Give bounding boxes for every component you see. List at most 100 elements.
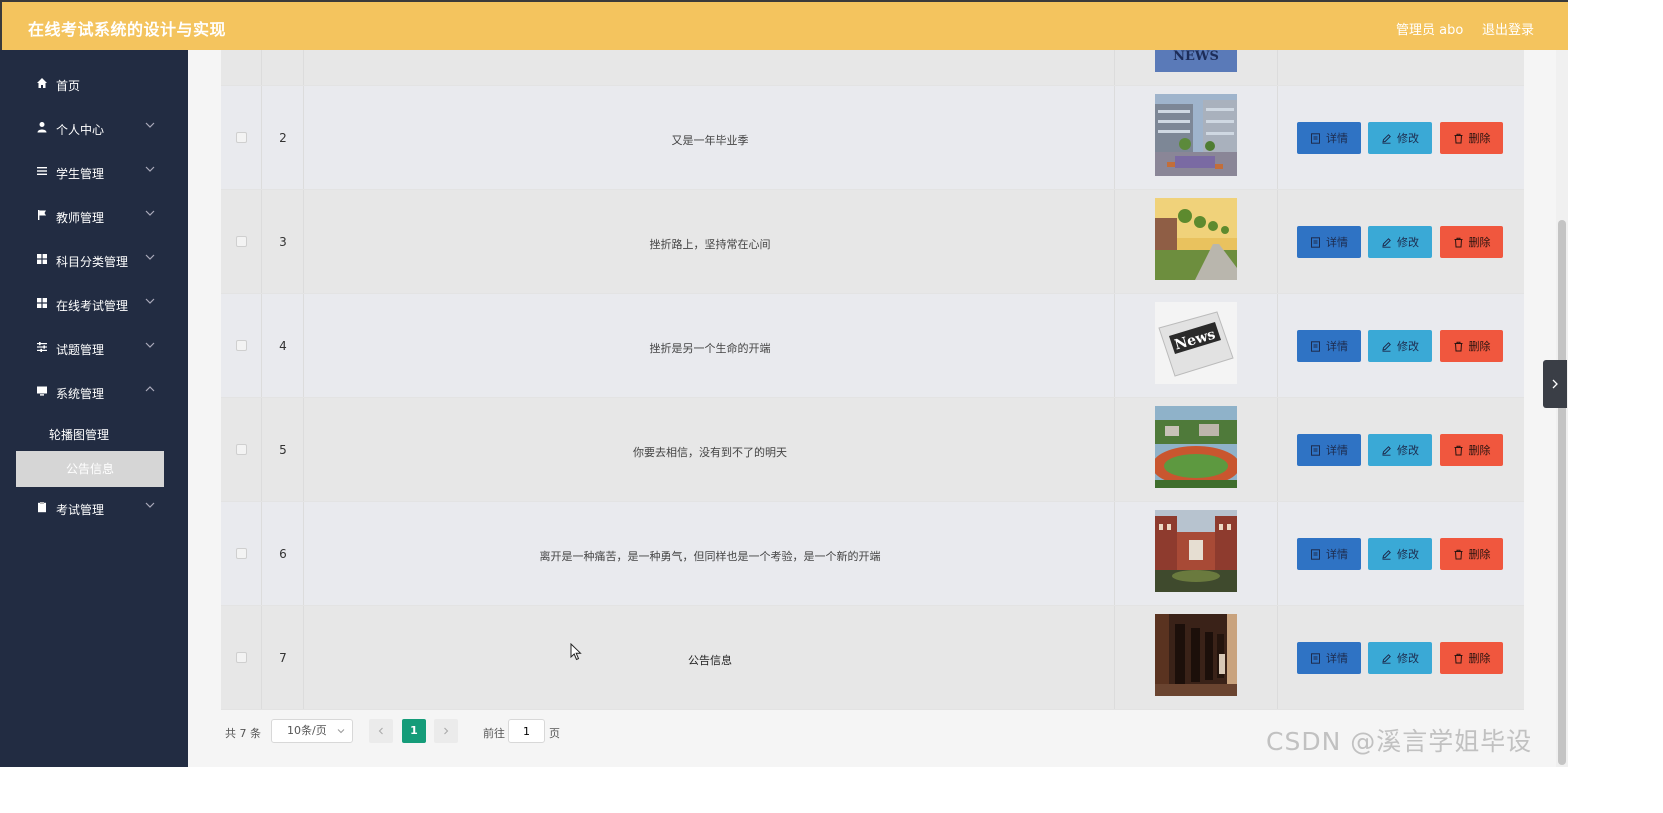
sidebar-item-question-management[interactable]: 试题管理	[0, 327, 188, 371]
row-checkbox[interactable]	[236, 132, 247, 143]
goto-label: 前往	[483, 727, 505, 740]
detail-button[interactable]: 详情	[1297, 642, 1361, 674]
row-index: 2	[279, 131, 287, 145]
edit-button-label: 修改	[1397, 444, 1419, 457]
detail-button[interactable]: 详情	[1297, 434, 1361, 466]
edit-button[interactable]: 修改	[1368, 330, 1432, 362]
edit-button-label: 修改	[1397, 236, 1419, 249]
user-icon	[37, 122, 47, 133]
row-checkbox[interactable]	[236, 340, 247, 351]
admin-user-label: 管理员 abo	[1396, 23, 1464, 38]
next-page-button[interactable]	[434, 719, 458, 743]
table-row: 4 挫折是另一个生命的开端 News 详情 修改 删除	[221, 294, 1524, 398]
pencil-icon	[1382, 653, 1391, 664]
watermark-text: CSDN @溪言学姐毕设	[1266, 727, 1533, 756]
edit-button[interactable]: 修改	[1368, 122, 1432, 154]
home-icon	[37, 78, 47, 88]
row-checkbox[interactable]	[236, 652, 247, 663]
sidebar-item-label: 系统管理	[56, 387, 105, 401]
delete-button-label: 删除	[1468, 444, 1491, 457]
detail-button[interactable]: 详情	[1297, 538, 1361, 570]
pencil-icon	[1382, 341, 1391, 352]
grid-icon	[37, 254, 47, 264]
content-scrollbar[interactable]	[1556, 50, 1568, 767]
chevron-down-icon	[145, 298, 155, 304]
prev-page-button[interactable]	[369, 719, 393, 743]
sidebar-item-label: 在线考试管理	[56, 299, 129, 313]
row-title: 离开是一种痛苦，是一种勇气，但同样也是一个考验，是一个新的开端	[539, 550, 881, 563]
sidebar-item-label: 学生管理	[56, 167, 105, 181]
delete-button[interactable]: 删除	[1440, 538, 1503, 570]
document-icon	[1311, 340, 1320, 352]
grid-icon	[37, 298, 47, 308]
detail-button[interactable]: 详情	[1297, 330, 1361, 362]
news-paper-image[interactable]: News	[1155, 302, 1237, 384]
row-title: 公告信息	[688, 654, 732, 667]
campus-hall-image[interactable]	[1155, 510, 1237, 592]
logout-link[interactable]: 退出登录	[1482, 19, 1534, 38]
sidebar-item-personal-center[interactable]: 个人中心	[0, 107, 188, 151]
sidebar-item-label: 个人中心	[56, 123, 105, 137]
campus-road-image[interactable]	[1155, 198, 1237, 280]
corridor-image[interactable]	[1155, 614, 1237, 696]
sidebar-item-student-management[interactable]: 学生管理	[0, 151, 188, 195]
chevron-up-icon	[145, 386, 155, 392]
sidebar-item-subject-category[interactable]: 科目分类管理	[0, 239, 188, 283]
edit-button-label: 修改	[1397, 132, 1419, 145]
pencil-icon	[1382, 445, 1391, 456]
detail-button[interactable]: 详情	[1297, 122, 1361, 154]
window-margin-bottom	[0, 767, 1663, 813]
campus-building-image[interactable]	[1155, 94, 1237, 176]
delete-button-label: 删除	[1468, 132, 1491, 145]
chevron-down-icon	[145, 254, 155, 260]
expand-panel-tab[interactable]	[1543, 360, 1567, 408]
detail-button-label: 详情	[1326, 652, 1348, 665]
goto-page-input[interactable]	[508, 719, 545, 743]
row-checkbox[interactable]	[236, 548, 247, 559]
sidebar: 首页 个人中心 学生管理 教师管理 科目分类管理 在线考试管理 试题管理 系统管…	[0, 50, 188, 767]
edit-button[interactable]: 修改	[1368, 434, 1432, 466]
app-title: 在线考试系统的设计与实现	[28, 20, 227, 39]
table-row: 5 你要去相信，没有到不了的明天 详情 修改 删除	[221, 398, 1524, 502]
edit-button-label: 修改	[1397, 652, 1419, 665]
edit-button[interactable]: 修改	[1368, 642, 1432, 674]
sidebar-item-system-management[interactable]: 系统管理	[0, 371, 188, 415]
detail-button[interactable]: 详情	[1297, 226, 1361, 258]
sidebar-item-exam-management[interactable]: 考试管理	[0, 487, 188, 531]
sidebar-item-label: 试题管理	[56, 343, 105, 357]
row-title: 挫折路上，坚持常在心间	[649, 238, 771, 251]
delete-button[interactable]: 删除	[1440, 226, 1503, 258]
row-title: 你要去相信，没有到不了的明天	[633, 446, 787, 459]
trash-icon	[1454, 549, 1462, 559]
detail-button-label: 详情	[1326, 236, 1348, 249]
scrollbar-thumb[interactable]	[1558, 220, 1566, 765]
edit-button[interactable]: 修改	[1368, 226, 1432, 258]
row-index: 5	[279, 443, 287, 457]
current-page-button[interactable]: 1	[402, 719, 426, 743]
delete-button[interactable]: 删除	[1440, 434, 1503, 466]
edit-button[interactable]: 修改	[1368, 538, 1432, 570]
news-banner-image[interactable]: NEWS	[1155, 50, 1237, 72]
sidebar-item-home[interactable]: 首页	[0, 63, 188, 107]
row-title: 挫折是另一个生命的开端	[649, 342, 771, 355]
delete-button[interactable]: 删除	[1440, 122, 1503, 154]
row-checkbox[interactable]	[236, 444, 247, 455]
trash-icon	[1454, 653, 1462, 663]
sidebar-subitem-carousel[interactable]: 轮播图管理	[49, 426, 109, 443]
trash-icon	[1454, 237, 1462, 247]
row-checkbox[interactable]	[236, 236, 247, 247]
page-size-select[interactable]: 10条/页	[271, 719, 353, 743]
chevron-down-icon	[145, 122, 155, 128]
delete-button-label: 删除	[1468, 340, 1491, 353]
delete-button[interactable]: 删除	[1440, 642, 1503, 674]
sidebar-subitem-notice-active[interactable]: 公告信息	[16, 451, 164, 487]
detail-button-label: 详情	[1326, 340, 1348, 353]
delete-button[interactable]: 删除	[1440, 330, 1503, 362]
pencil-icon	[1382, 133, 1391, 144]
list-icon	[37, 167, 47, 175]
sidebar-item-teacher-management[interactable]: 教师管理	[0, 195, 188, 239]
monitor-icon	[37, 386, 47, 396]
row-title: 又是一年毕业季	[671, 134, 749, 147]
sports-field-image[interactable]	[1155, 406, 1237, 488]
sidebar-item-online-exam[interactable]: 在线考试管理	[0, 283, 188, 327]
